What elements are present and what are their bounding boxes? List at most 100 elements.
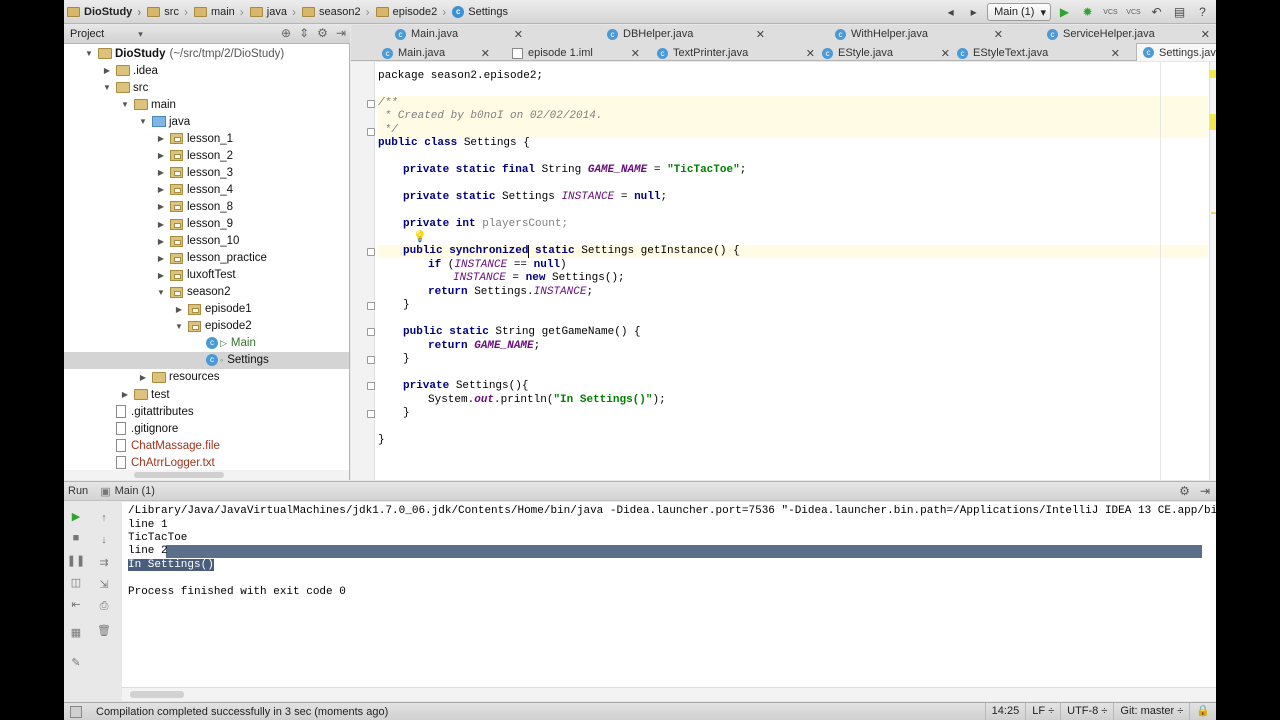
trash-icon[interactable]: 🗑 <box>96 622 112 638</box>
lock-icon[interactable]: 🔒 <box>1189 703 1216 720</box>
tree-item-diostudy[interactable]: ▼ DioStudy (~/src/tmp/2/DioStudy) <box>64 45 349 62</box>
editor-gutter[interactable] <box>351 62 375 480</box>
print-icon[interactable]: ⎙ <box>96 598 112 614</box>
up-arrow-icon[interactable]: ↑ <box>96 510 112 526</box>
tab-servicehelper[interactable]: c ServiceHelper.java ✕ <box>1041 25 1216 43</box>
tree-item-lesson-9[interactable]: ▶ lesson_9 <box>64 216 349 233</box>
breadcrumb-season2[interactable]: season2 › <box>299 0 373 24</box>
console-horizontal-scrollbar[interactable] <box>122 687 1216 701</box>
project-horizontal-scrollbar[interactable] <box>64 470 350 480</box>
forward-icon[interactable]: ▸ <box>964 3 983 22</box>
close-icon[interactable]: ✕ <box>623 47 640 60</box>
project-panel-title[interactable]: Project <box>70 28 104 40</box>
chevron-right-icon[interactable]: ▶ <box>120 390 130 399</box>
chevron-down-icon[interactable]: ▼ <box>84 49 94 58</box>
tree-item-gitattributes[interactable]: .gitattributes <box>64 403 349 420</box>
tree-item-episode2[interactable]: ▼ episode2 <box>64 318 349 335</box>
chevron-right-icon[interactable]: ▶ <box>138 373 148 382</box>
tree-item-lesson-2[interactable]: ▶ lesson_2 <box>64 147 349 164</box>
fold-marker-icon[interactable] <box>367 356 375 364</box>
tree-item-main[interactable]: c ▷ Main <box>64 335 349 352</box>
close-icon[interactable]: ✕ <box>506 28 523 41</box>
tree-item-lesson-3[interactable]: ▶ lesson_3 <box>64 164 349 181</box>
tree-item-lesson-1[interactable]: ▶ lesson_1 <box>64 130 349 147</box>
run-panel-title[interactable]: Run <box>68 485 88 497</box>
tree-item-episode1[interactable]: ▶ episode1 <box>64 301 349 318</box>
scroll-from-source-icon[interactable]: ⊕ <box>281 26 291 40</box>
error-stripe-marker[interactable] <box>1210 70 1216 78</box>
vcs-branch-selector[interactable]: Git: master ÷ <box>1113 703 1189 720</box>
run-icon[interactable]: ▶ <box>1055 3 1074 22</box>
breadcrumb-episode2[interactable]: episode2 › <box>373 0 450 24</box>
breadcrumb-project[interactable]: DioStudy › <box>64 0 144 24</box>
editor-vertical-scrollbar[interactable] <box>1209 62 1216 480</box>
chevron-right-icon[interactable]: ▶ <box>156 202 166 211</box>
chevron-right-icon[interactable]: ▶ <box>156 271 166 280</box>
chevron-right-icon[interactable]: ▶ <box>174 305 184 314</box>
close-icon[interactable]: ✕ <box>748 28 765 41</box>
close-icon[interactable]: ✕ <box>933 47 950 60</box>
hide-icon[interactable]: ⇥ <box>1200 484 1210 498</box>
fold-marker-icon[interactable] <box>367 302 375 310</box>
chevron-down-icon[interactable]: ▼ <box>156 288 166 297</box>
fold-marker-icon[interactable] <box>367 100 375 108</box>
gear-icon[interactable]: ⚙ <box>317 26 328 40</box>
tree-item-main[interactable]: ▼ main <box>64 96 349 113</box>
vcs-commit-icon[interactable]: VCS <box>1124 3 1143 22</box>
chevron-right-icon[interactable]: ▶ <box>156 134 166 143</box>
run-tab[interactable]: ▣ Main (1) <box>100 485 155 498</box>
tree-item-test[interactable]: ▶ test <box>64 386 349 403</box>
chevron-down-icon[interactable]: ▼ <box>138 117 148 126</box>
close-icon[interactable]: ✕ <box>798 47 815 60</box>
tab-dbhelper[interactable]: c DBHelper.java ✕ <box>601 25 771 43</box>
pause-icon[interactable]: ❚❚ <box>67 552 85 568</box>
error-stripe-marker[interactable] <box>1211 212 1216 214</box>
tree-item-season2[interactable]: ▼ season2 <box>64 284 349 301</box>
chevron-right-icon[interactable]: ▶ <box>156 168 166 177</box>
rerun-icon[interactable]: ▶ <box>68 508 84 524</box>
chevron-down-icon[interactable]: ▼ <box>174 322 184 331</box>
tab-settings-java[interactable]: cSettings.java✕ <box>1136 43 1216 61</box>
dump-threads-icon[interactable]: ◫ <box>68 574 84 590</box>
tab-textprinter[interactable]: c TextPrinter.java ✕ <box>651 44 821 62</box>
console-output[interactable]: /Library/Java/JavaVirtualMachines/jdk1.7… <box>122 502 1216 687</box>
soft-wrap-icon[interactable]: ⇉ <box>96 554 112 570</box>
scroll-to-end-icon[interactable]: ⇲ <box>96 576 112 592</box>
restore-layout-icon[interactable]: ▦ <box>68 624 84 640</box>
tab-withhelper[interactable]: c WithHelper.java ✕ <box>829 25 1009 43</box>
fold-marker-icon[interactable] <box>367 328 375 336</box>
close-icon[interactable]: ✕ <box>1103 47 1120 60</box>
scrollbar-thumb[interactable] <box>130 691 184 698</box>
help-icon[interactable]: ? <box>1193 3 1212 22</box>
tree-item-lesson-practice[interactable]: ▶ lesson_practice <box>64 250 349 267</box>
chevron-right-icon[interactable]: ▶ <box>156 151 166 160</box>
tree-item-idea[interactable]: ▶ .idea <box>64 62 349 79</box>
tree-item-gitignore[interactable]: .gitignore <box>64 420 349 437</box>
caret-position[interactable]: 14:25 <box>984 703 1026 720</box>
fold-marker-icon[interactable] <box>367 382 375 390</box>
fold-marker-icon[interactable] <box>367 128 375 136</box>
exit-icon[interactable]: ⇤ <box>68 596 84 612</box>
debug-icon[interactable]: ✹ <box>1078 3 1097 22</box>
tree-item-resources[interactable]: ▶ resources <box>64 369 349 386</box>
tree-item-src[interactable]: ▼ src <box>64 79 349 96</box>
close-icon[interactable]: ✕ <box>986 28 1003 41</box>
tool-windows-icon[interactable] <box>70 705 82 718</box>
tree-item-lesson-10[interactable]: ▶ lesson_10 <box>64 233 349 250</box>
run-config-select[interactable]: Main (1) ▾ <box>987 3 1051 21</box>
chevron-down-icon[interactable]: ▾ <box>138 29 143 40</box>
breadcrumb-main[interactable]: main › <box>191 0 247 24</box>
hide-icon[interactable]: ⇥ <box>336 26 346 40</box>
collapse-all-icon[interactable]: ⇕ <box>299 26 309 40</box>
pin-icon[interactable]: ✎ <box>68 654 84 670</box>
tree-item-chatrrlogger-txt[interactable]: ChAtrrLogger.txt <box>64 454 349 470</box>
tree-item-lesson-8[interactable]: ▶ lesson_8 <box>64 198 349 215</box>
code-area[interactable]: 💡 package season2.episode2; /** * Create… <box>378 62 1208 480</box>
encoding-selector[interactable]: UTF-8 ÷ <box>1060 703 1113 720</box>
chevron-right-icon[interactable]: ▶ <box>156 220 166 229</box>
scrollbar-thumb[interactable] <box>134 472 224 478</box>
line-separator-selector[interactable]: LF ÷ <box>1025 703 1060 720</box>
fold-marker-icon[interactable] <box>367 248 375 256</box>
breadcrumb-java[interactable]: java › <box>247 0 299 24</box>
tab-estyletext[interactable]: c EStyleText.java ✕ <box>951 44 1126 62</box>
